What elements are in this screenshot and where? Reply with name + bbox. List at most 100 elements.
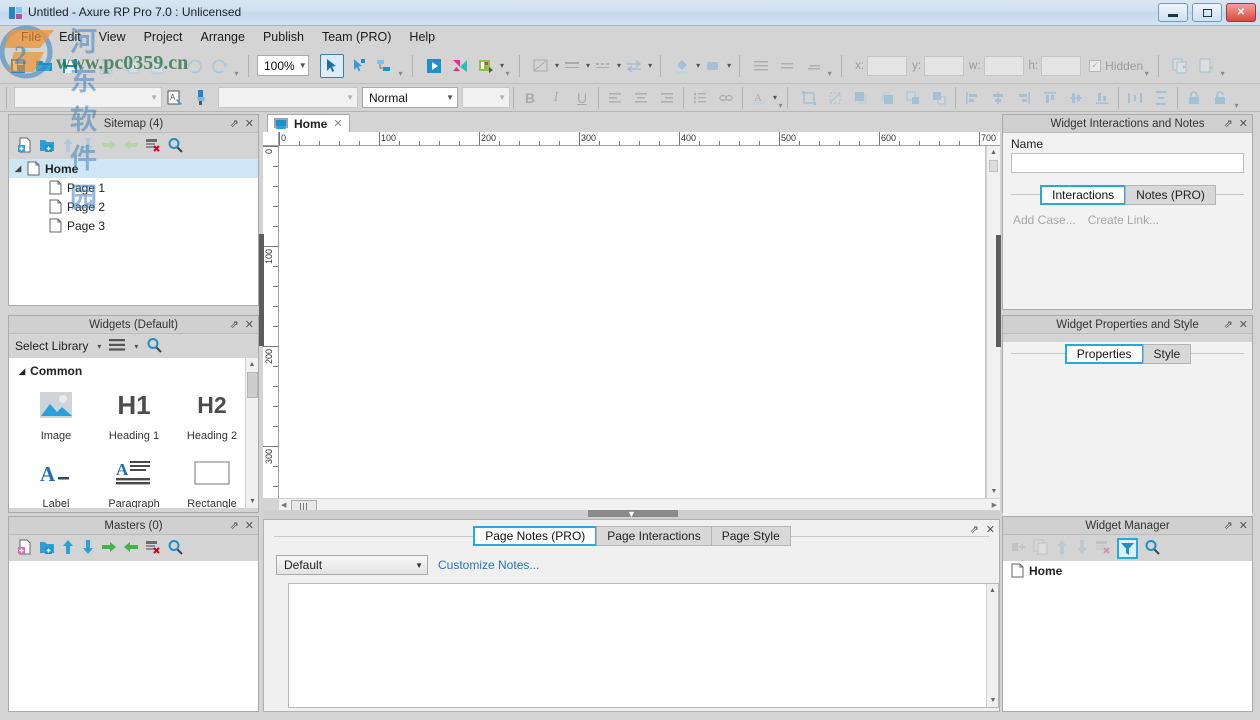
shadow-color-icon[interactable] — [701, 54, 725, 78]
move-down-icon[interactable] — [1075, 539, 1089, 558]
properties-float-icon[interactable]: ⇗ — [1224, 318, 1233, 331]
chevron-down-icon[interactable]: ▼ — [627, 509, 636, 519]
lock-icon[interactable] — [1182, 86, 1206, 110]
open-file-icon[interactable] — [32, 54, 56, 78]
bullet-list-icon[interactable] — [688, 86, 712, 110]
save-file-icon[interactable] — [58, 54, 82, 78]
search-icon[interactable] — [167, 539, 183, 558]
move-up-icon[interactable] — [61, 137, 75, 156]
customize-notes-link[interactable]: Customize Notes... — [438, 558, 539, 572]
create-link-link[interactable]: Create Link... — [1088, 213, 1159, 227]
sitemap-close-icon[interactable]: ✕ — [245, 117, 254, 130]
spacing-overflow-icon[interactable]: ▾ — [826, 54, 833, 78]
bring-forward-icon[interactable] — [901, 86, 925, 110]
add-case-link[interactable]: Add Case... — [1013, 213, 1076, 227]
toolbar-overflow-icon[interactable]: ▾ — [233, 54, 240, 78]
tab-notes-pro[interactable]: Notes (PRO) — [1125, 185, 1216, 205]
line-pattern-icon[interactable] — [591, 54, 615, 78]
widget-manager-float-icon[interactable]: ⇗ — [1224, 519, 1233, 532]
send-back-icon[interactable] — [875, 86, 899, 110]
masters-list[interactable] — [9, 561, 258, 711]
scroll-up-icon[interactable]: ▲ — [987, 146, 1000, 159]
paste-icon[interactable] — [146, 54, 170, 78]
tab-interactions[interactable]: Interactions — [1040, 185, 1127, 205]
add-folder-icon[interactable] — [39, 539, 55, 558]
sitemap-float-icon[interactable]: ⇗ — [230, 117, 239, 130]
font-weight-combo[interactable]: Normal ▼ — [362, 87, 458, 108]
select-library-button[interactable]: Select Library — [15, 339, 88, 353]
menu-edit[interactable]: Edit — [50, 28, 90, 46]
align-objects-right-icon[interactable] — [1012, 86, 1036, 110]
menu-project[interactable]: Project — [135, 28, 192, 46]
redo-icon[interactable] — [208, 54, 232, 78]
notes-textarea[interactable]: ▲ ▼ — [288, 583, 999, 708]
align-center-icon[interactable] — [629, 86, 653, 110]
widgets-float-icon[interactable]: ⇗ — [230, 318, 239, 331]
padding-icon[interactable] — [775, 54, 799, 78]
send-backward-icon[interactable] — [927, 86, 951, 110]
menu-help[interactable]: Help — [400, 28, 444, 46]
add-page-icon[interactable] — [17, 137, 33, 156]
font-color-icon[interactable]: A — [747, 86, 771, 110]
y-field[interactable] — [924, 55, 965, 76]
x-field[interactable] — [867, 55, 908, 76]
notes-scrollbar[interactable]: ▲ ▼ — [986, 584, 998, 707]
unlock-icon[interactable] — [1208, 86, 1232, 110]
widgets-close-icon[interactable]: ✕ — [245, 318, 254, 331]
select-tools-overflow-icon[interactable]: ▾ — [397, 54, 404, 78]
text-spacing-icon[interactable] — [801, 54, 825, 78]
create-master-icon[interactable] — [1194, 54, 1218, 78]
preview-icon[interactable] — [422, 54, 446, 78]
fill-color-dropdown-icon[interactable]: ▾ — [696, 61, 700, 70]
interactions-float-icon[interactable]: ⇗ — [1224, 117, 1233, 130]
ungroup-icon[interactable] — [823, 86, 847, 110]
format-painter-icon[interactable]: A — [163, 86, 187, 110]
zoom-combo[interactable]: 100% ▼ — [257, 55, 309, 76]
collapse-arrow-icon[interactable]: ◢ — [19, 367, 25, 376]
relative-tool-icon[interactable] — [372, 54, 396, 78]
move-up-icon[interactable] — [1055, 539, 1069, 558]
scrollbar-thumb[interactable] — [247, 372, 258, 398]
widget-label-item[interactable]: A Label — [17, 452, 95, 508]
sitemap-node-page2[interactable]: Page 2 — [9, 197, 258, 216]
scroll-right-icon[interactable]: ▶ — [992, 501, 997, 509]
widget-name-input[interactable] — [1011, 153, 1244, 173]
menu-file[interactable]: File — [12, 28, 50, 46]
new-file-icon[interactable] — [6, 54, 30, 78]
w-field[interactable] — [983, 55, 1024, 76]
sitemap-node-home[interactable]: ◢ Home — [9, 159, 258, 178]
shadow-color-dropdown-icon[interactable]: ▾ — [727, 61, 731, 70]
align-objects-center-icon[interactable] — [986, 86, 1010, 110]
tab-style[interactable]: Style — [1142, 344, 1192, 364]
align-left-icon[interactable] — [603, 86, 627, 110]
document-tab-home[interactable]: Home ✕ — [267, 114, 350, 132]
publish-overflow-icon[interactable]: ▾ — [504, 54, 511, 78]
font-size-combo[interactable]: ▼ — [462, 87, 510, 108]
pointer-tool-icon[interactable] — [320, 53, 344, 78]
arrange-overflow-icon[interactable]: ▾ — [1233, 86, 1240, 110]
properties-close-icon[interactable]: ✕ — [1239, 318, 1248, 331]
scroll-down-icon[interactable]: ▼ — [246, 495, 258, 508]
indent-icon[interactable] — [101, 540, 117, 557]
delete-page-icon[interactable] — [145, 137, 161, 156]
notes-type-select[interactable]: Default ▼ — [276, 555, 428, 575]
paint-brush-icon[interactable] — [189, 86, 213, 110]
select-library-dropdown-icon[interactable]: ▾ — [97, 342, 101, 351]
group-widgets-icon[interactable] — [1011, 539, 1027, 558]
line-style-icon[interactable] — [560, 54, 584, 78]
h-field[interactable] — [1041, 55, 1082, 76]
hidden-checkbox[interactable]: ✓ Hidden — [1089, 59, 1143, 73]
widgets-scrollbar[interactable]: ▲ ▼ — [245, 358, 258, 508]
masters-close-icon[interactable]: ✕ — [245, 519, 254, 532]
arrow-style-dropdown-icon[interactable]: ▾ — [648, 61, 652, 70]
search-icon[interactable] — [146, 337, 163, 356]
align-objects-middle-icon[interactable] — [1064, 86, 1088, 110]
widget-manager-close-icon[interactable]: ✕ — [1239, 519, 1248, 532]
italic-button[interactable]: I — [544, 86, 568, 110]
fill-color-icon[interactable] — [670, 54, 694, 78]
duplicate-widget-icon[interactable] — [1033, 539, 1049, 558]
align-right-icon[interactable] — [655, 86, 679, 110]
group-icon[interactable] — [797, 86, 821, 110]
move-down-icon[interactable] — [81, 539, 95, 558]
scroll-left-icon[interactable]: ◀ — [281, 501, 286, 509]
